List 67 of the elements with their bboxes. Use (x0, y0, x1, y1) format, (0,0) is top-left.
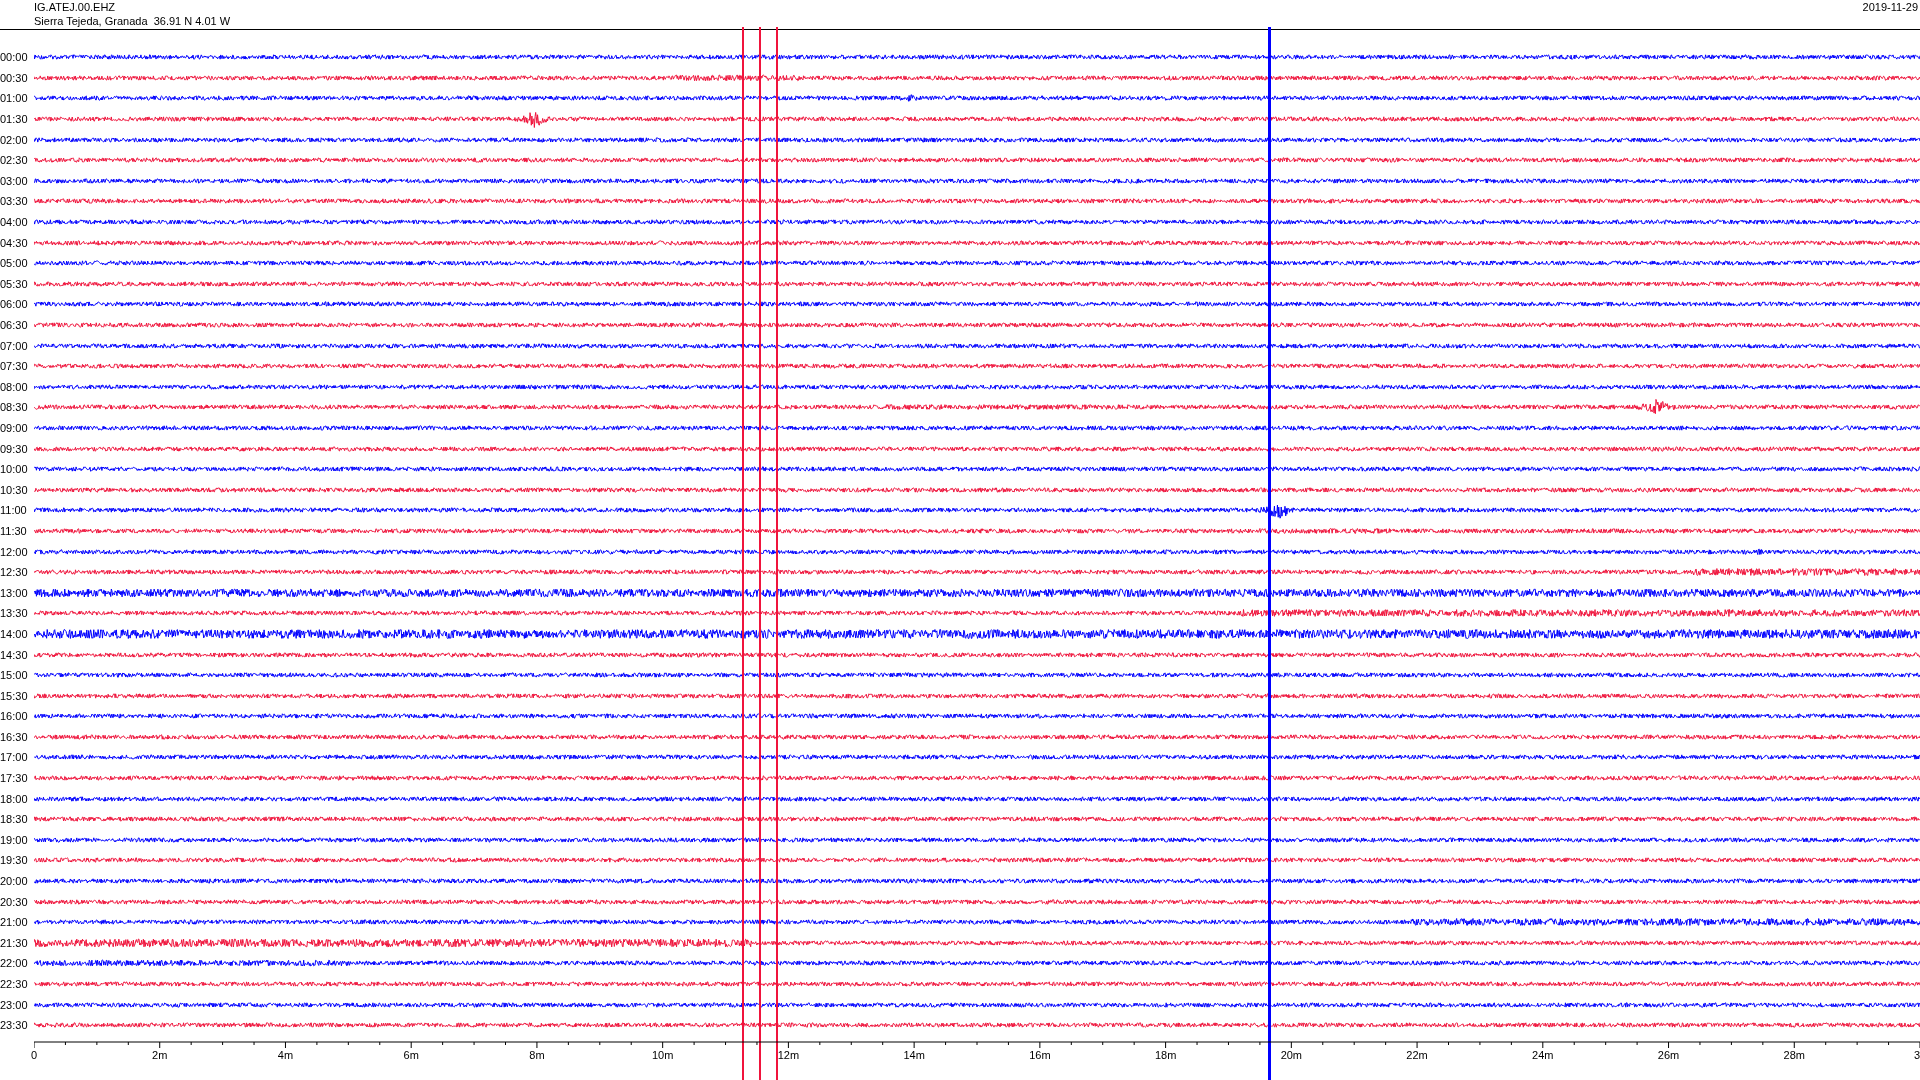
time-label: 11:00 (0, 504, 28, 517)
station-location: Sierra Tejeda, Granada 36.91 N 4.01 W (34, 14, 231, 28)
axis-tick-label: 26m (1657, 1048, 1680, 1061)
time-label: 23:00 (0, 998, 29, 1011)
time-label: 21:30 (0, 936, 29, 949)
time-label: 13:00 (0, 586, 29, 599)
time-label: 01:00 (0, 92, 29, 105)
time-label: 08:30 (0, 401, 29, 414)
time-label: 12:00 (0, 545, 29, 558)
axis-tick-label: 20m (1280, 1048, 1303, 1061)
station-code: IG.ATEJ.00.EHZ (34, 0, 117, 14)
time-label: 22:00 (0, 957, 29, 970)
time-label: 06:30 (0, 319, 29, 331)
axis-tick-label: 28m (1783, 1048, 1805, 1061)
time-label: 19:00 (0, 833, 29, 846)
axis-tick-label: 16m (1029, 1048, 1051, 1061)
time-label: 18:30 (0, 813, 29, 826)
time-label: 05:00 (0, 257, 29, 270)
axis-tick-label: 3 (1913, 1048, 1920, 1061)
time-label: 20:00 (0, 875, 29, 888)
time-label: 04:30 (0, 236, 29, 249)
axis-tick-label: 24m (1532, 1048, 1554, 1061)
time-label: 01:30 (0, 113, 29, 126)
axis-tick-label: 8m (529, 1048, 545, 1061)
time-label: 18:00 (0, 792, 29, 805)
time-label: 14:30 (0, 648, 29, 661)
time-label: 19:30 (0, 854, 29, 867)
time-label: 22:30 (0, 978, 29, 990)
time-label: 02:30 (0, 154, 29, 167)
time-label: 11:30 (0, 524, 28, 537)
axis-tick-label: 0 (30, 1048, 38, 1061)
time-label: 00:30 (0, 71, 29, 84)
time-label: 00:00 (0, 51, 29, 64)
time-label: 17:30 (0, 772, 29, 785)
axis-tick-label: 6m (403, 1048, 419, 1061)
time-label: 16:30 (0, 730, 29, 743)
axis-tick-label: 4m (277, 1048, 294, 1061)
axis-tick-label: 12m (777, 1048, 800, 1061)
axis-tick-label: 10m (651, 1048, 674, 1061)
axis-tick-label: 22m (1406, 1048, 1428, 1061)
time-label: 12:30 (0, 566, 29, 579)
axis-tick-label: 2m (152, 1048, 168, 1061)
time-label: 07:30 (0, 360, 29, 373)
time-label: 02:00 (0, 133, 29, 146)
time-label: 16:00 (0, 710, 29, 723)
time-label: 08:00 (0, 380, 29, 393)
time-label: 21:00 (0, 916, 29, 929)
time-label: 03:30 (0, 195, 29, 208)
time-label: 15:30 (0, 689, 29, 702)
time-label: 10:00 (0, 463, 29, 476)
axis-tick-label: 18m (1154, 1048, 1177, 1061)
record-date: 2019-11-29 (1862, 0, 1919, 15)
time-label: 09:30 (0, 442, 29, 455)
time-label: 05:30 (0, 277, 29, 290)
time-label: 23:30 (0, 1019, 29, 1032)
time-label: 06:00 (0, 298, 29, 311)
time-label: 15:00 (0, 669, 29, 682)
axis-tick-label: 14m (903, 1048, 925, 1061)
time-label: 14:00 (0, 627, 29, 640)
time-label: 07:00 (0, 339, 29, 352)
time-label: 09:00 (0, 422, 29, 434)
time-label: 20:30 (0, 895, 29, 908)
time-label: 03:00 (0, 174, 29, 187)
time-label: 04:00 (0, 216, 29, 229)
time-label: 13:30 (0, 607, 29, 620)
time-label: 17:00 (0, 751, 29, 764)
time-label: 10:30 (0, 483, 29, 496)
